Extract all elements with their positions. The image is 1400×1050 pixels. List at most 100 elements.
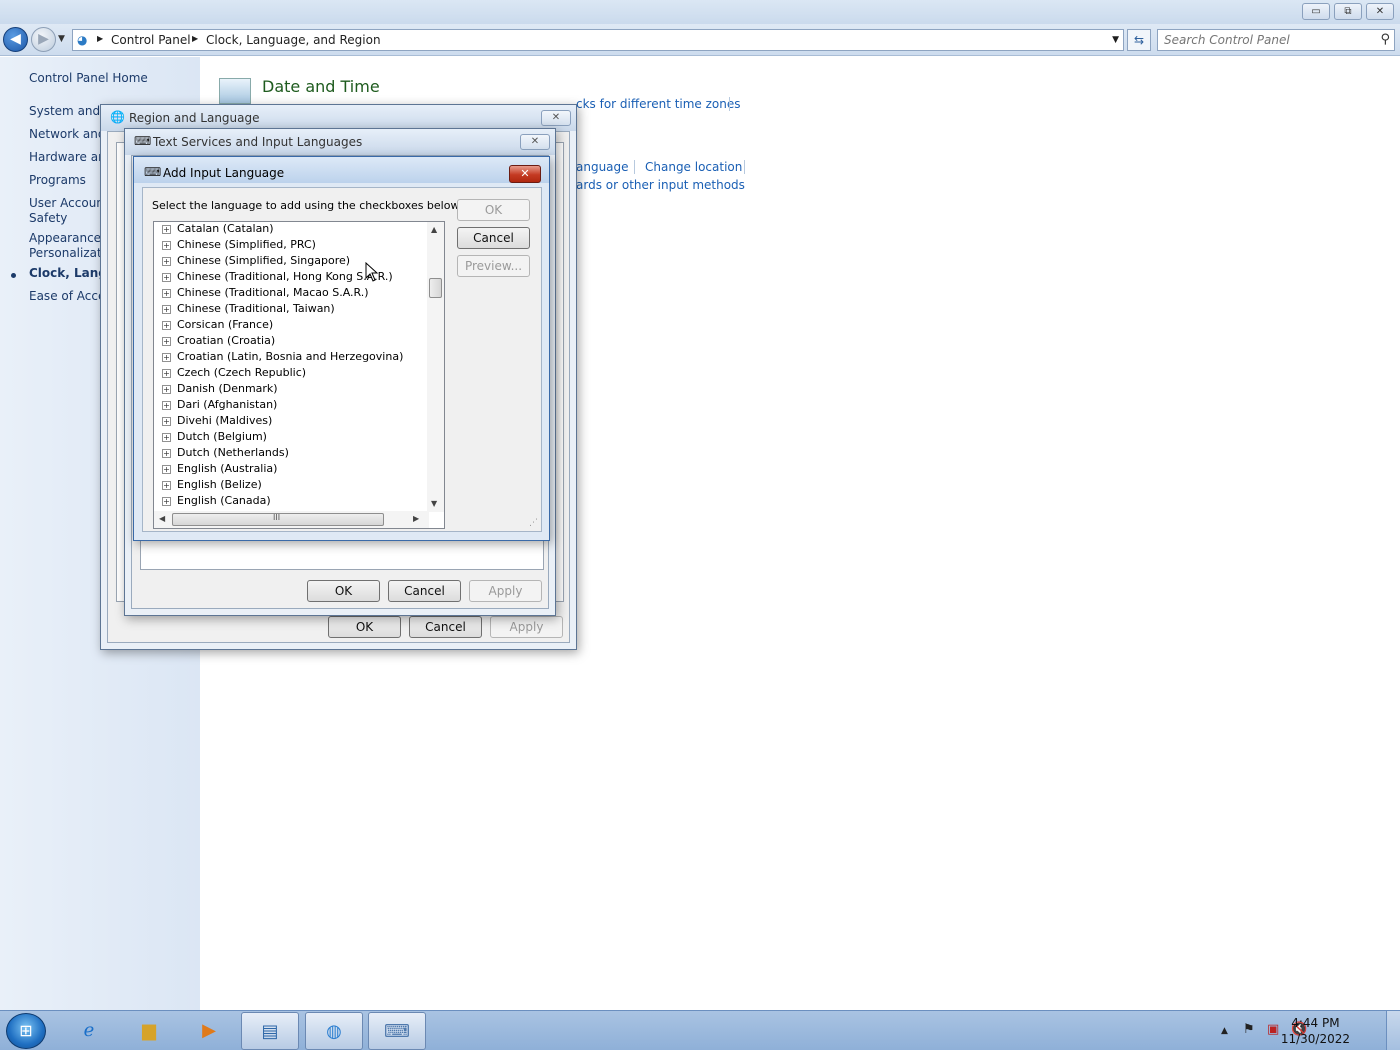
nav-appearance[interactable]: Appearance a: [29, 231, 100, 246]
region-language-taskbar-button[interactable]: ◍: [305, 1012, 363, 1050]
date-time-heading[interactable]: Date and Time: [262, 77, 380, 96]
nav-user-accounts-safety[interactable]: Safety: [29, 211, 100, 226]
tree-item[interactable]: + Chinese (Traditional, Macao S.A.R.): [162, 286, 369, 302]
change-language-link[interactable]: anguage: [576, 160, 629, 174]
resize-grip-icon[interactable]: ⋰: [529, 518, 538, 528]
action-center-flag-icon[interactable]: ⚑: [1243, 1022, 1255, 1037]
expand-icon[interactable]: +: [162, 224, 171, 234]
ok-button[interactable]: OK: [328, 616, 401, 638]
control-panel-taskbar-button[interactable]: ▤: [241, 1012, 299, 1050]
close-button[interactable]: ✕: [1366, 3, 1394, 20]
tree-item[interactable]: + Catalan (Catalan): [162, 222, 274, 238]
nav-personalization[interactable]: Personalizatic: [29, 246, 100, 261]
expand-icon[interactable]: +: [162, 272, 171, 282]
tree-item[interactable]: + Dutch (Netherlands): [162, 446, 289, 462]
minimize-button[interactable]: ▭: [1302, 3, 1330, 20]
refresh-button[interactable]: ⇆: [1127, 29, 1151, 51]
internet-explorer-button[interactable]: ℯ: [60, 1012, 118, 1050]
cancel-button[interactable]: Cancel: [388, 580, 461, 602]
recent-pages-dropdown[interactable]: ▼: [58, 34, 65, 44]
cancel-button[interactable]: Cancel: [457, 227, 530, 249]
nav-user-accounts[interactable]: User Account: [29, 196, 100, 211]
expand-icon[interactable]: +: [162, 480, 171, 490]
scrollbar-thumb[interactable]: III: [172, 513, 384, 526]
change-keyboards-link[interactable]: ards or other input methods: [576, 178, 745, 192]
search-icon[interactable]: ⚲: [1380, 32, 1390, 47]
address-dropdown-icon[interactable]: ▼: [1112, 35, 1119, 45]
close-icon[interactable]: ✕: [520, 134, 550, 150]
forward-button[interactable]: ▶: [31, 27, 56, 52]
file-explorer-button[interactable]: ▆: [120, 1012, 178, 1050]
nav-control-panel-home[interactable]: Control Panel Home: [29, 71, 189, 86]
system-clock[interactable]: 4:44 PM 11/30/2022: [1281, 1015, 1350, 1047]
time-zones-link[interactable]: cks for different time zones: [576, 97, 741, 111]
expand-icon[interactable]: +: [162, 320, 171, 330]
expand-icon[interactable]: +: [162, 256, 171, 266]
tree-item[interactable]: + Croatian (Croatia): [162, 334, 275, 350]
search-input[interactable]: [1164, 33, 1364, 47]
tree-item[interactable]: + Chinese (Simplified, PRC): [162, 238, 316, 254]
expand-icon[interactable]: +: [162, 496, 171, 506]
close-icon[interactable]: ✕: [509, 165, 541, 183]
expand-icon[interactable]: +: [162, 416, 171, 426]
tree-item[interactable]: + English (Australia): [162, 462, 277, 478]
vertical-scrollbar[interactable]: ▲ ▼: [427, 222, 444, 512]
apply-button[interactable]: Apply: [469, 580, 542, 602]
apply-button[interactable]: Apply: [490, 616, 563, 638]
breadcrumb-arrow-icon[interactable]: ▶: [192, 34, 198, 43]
tree-item[interactable]: + English (Canada): [162, 494, 271, 510]
expand-icon[interactable]: +: [162, 352, 171, 362]
cancel-button[interactable]: Cancel: [409, 616, 482, 638]
tree-item[interactable]: + Dari (Afghanistan): [162, 398, 277, 414]
tree-item[interactable]: + Danish (Denmark): [162, 382, 278, 398]
horizontal-scrollbar[interactable]: ◀ III ▶: [154, 511, 429, 528]
preview-button[interactable]: Preview...: [457, 255, 530, 277]
language-tree[interactable]: + Catalan (Catalan) + Chinese (Simplified,…: [153, 221, 445, 529]
back-button[interactable]: ◀: [3, 27, 28, 52]
change-location-link[interactable]: Change location: [645, 160, 742, 174]
close-icon[interactable]: ✕: [541, 110, 571, 126]
expand-icon[interactable]: +: [162, 288, 171, 298]
breadcrumb-arrow-icon[interactable]: ▶: [97, 34, 103, 43]
expand-icon[interactable]: +: [162, 240, 171, 250]
tree-item[interactable]: + Czech (Czech Republic): [162, 366, 306, 382]
text-services-taskbar-button[interactable]: ⌨: [368, 1012, 426, 1050]
tree-item[interactable]: + Dutch (Belgium): [162, 430, 267, 446]
tree-item[interactable]: + Chinese (Simplified, Singapore): [162, 254, 350, 270]
nav-programs[interactable]: Programs: [29, 173, 100, 188]
expand-icon[interactable]: +: [162, 464, 171, 474]
expand-icon[interactable]: +: [162, 336, 171, 346]
breadcrumb-clock-language-region[interactable]: Clock, Language, and Region: [206, 33, 381, 47]
network-disconnected-icon[interactable]: ▣: [1267, 1022, 1279, 1037]
scroll-left-icon[interactable]: ◀: [159, 514, 165, 523]
scroll-down-icon[interactable]: ▼: [431, 499, 437, 508]
nav-ease-of-access[interactable]: Ease of Acces: [29, 289, 100, 304]
tree-item[interactable]: + Croatian (Latin, Bosnia and Herzegovina…: [162, 350, 403, 366]
expand-icon[interactable]: +: [162, 384, 171, 394]
breadcrumb-control-panel[interactable]: Control Panel: [111, 33, 191, 47]
tree-item[interactable]: + Chinese (Traditional, Hong Kong S.A.R.): [162, 270, 393, 286]
show-hidden-icons-icon[interactable]: ▲: [1221, 1026, 1228, 1036]
tree-item[interactable]: + English (Belize): [162, 478, 262, 494]
scrollbar-thumb[interactable]: [429, 278, 442, 298]
tree-item[interactable]: + Divehi (Maldives): [162, 414, 272, 430]
nav-system-and-security[interactable]: System and S: [29, 104, 100, 119]
address-field[interactable]: ◕ ▶ Control Panel ▶ Clock, Language, and…: [72, 29, 1124, 51]
ok-button[interactable]: OK: [307, 580, 380, 602]
expand-icon[interactable]: +: [162, 368, 171, 378]
start-button[interactable]: ⊞: [6, 1013, 46, 1049]
nav-hardware-and-sound[interactable]: Hardware and: [29, 150, 100, 165]
expand-icon[interactable]: +: [162, 432, 171, 442]
tree-item[interactable]: + Chinese (Traditional, Taiwan): [162, 302, 335, 318]
show-desktop-button[interactable]: [1386, 1011, 1400, 1050]
tree-item[interactable]: + Corsican (France): [162, 318, 273, 334]
expand-icon[interactable]: +: [162, 304, 171, 314]
scroll-right-icon[interactable]: ▶: [413, 514, 419, 523]
ok-button[interactable]: OK: [457, 199, 530, 221]
expand-icon[interactable]: +: [162, 400, 171, 410]
scroll-up-icon[interactable]: ▲: [431, 225, 437, 234]
expand-icon[interactable]: +: [162, 448, 171, 458]
media-player-button[interactable]: ▶: [180, 1012, 238, 1050]
nav-clock-language-region[interactable]: Clock, Langu: [29, 266, 100, 281]
restore-button[interactable]: ⧉: [1334, 3, 1362, 20]
